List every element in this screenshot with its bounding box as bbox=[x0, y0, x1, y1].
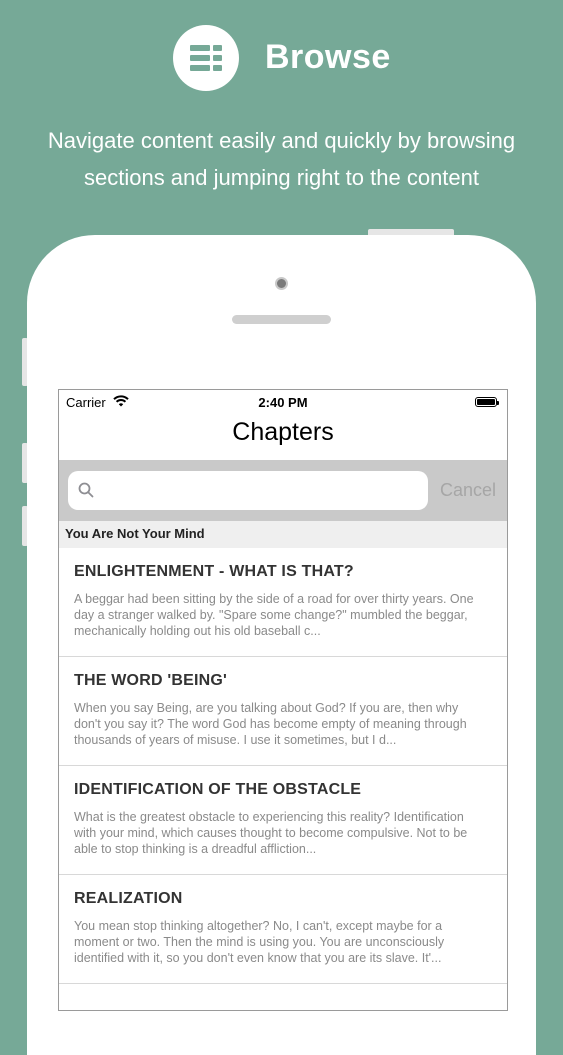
status-bar: Carrier 2:40 PM bbox=[59, 390, 507, 414]
app-screen: Carrier 2:40 PM Chapters Cancel You Are … bbox=[58, 389, 508, 1011]
chapter-excerpt: You mean stop thinking altogether? No, I… bbox=[74, 919, 445, 965]
list-item[interactable]: REALIZATION You mean stop thinking altog… bbox=[59, 875, 507, 984]
list-item[interactable]: THE WORD 'BEING' When you say Being, are… bbox=[59, 657, 507, 766]
chapter-list: ENLIGHTENMENT - WHAT IS THAT? A beggar h… bbox=[59, 548, 507, 984]
chapter-title: ENLIGHTENMENT - WHAT IS THAT? bbox=[74, 563, 354, 580]
list-item[interactable]: IDENTIFICATION OF THE OBSTACLE What is t… bbox=[59, 766, 507, 875]
hero-subtitle-line: sections and jumping right to the conten… bbox=[83, 165, 480, 190]
chapter-title: REALIZATION bbox=[74, 890, 183, 907]
status-time: 2:40 PM bbox=[258, 395, 308, 410]
page-title: Chapters bbox=[232, 418, 334, 446]
search-field[interactable] bbox=[68, 471, 428, 512]
list-item[interactable]: ENLIGHTENMENT - WHAT IS THAT? A beggar h… bbox=[59, 548, 507, 657]
search-input[interactable] bbox=[102, 471, 426, 512]
list-icon bbox=[173, 25, 239, 91]
cancel-button[interactable]: Cancel bbox=[440, 480, 496, 501]
hero-subtitle: Navigate content easily and quickly by b… bbox=[0, 122, 563, 196]
chapter-excerpt: A beggar had been sitting by the side of… bbox=[74, 592, 474, 638]
battery-icon bbox=[475, 397, 499, 407]
hero-title: Browse bbox=[265, 38, 391, 76]
speaker-grille bbox=[232, 315, 331, 324]
chapter-title: THE WORD 'BEING' bbox=[74, 672, 228, 689]
hero-subtitle-line: Navigate content easily and quickly by b… bbox=[47, 128, 516, 153]
section-header: You Are Not Your Mind bbox=[59, 521, 507, 548]
chapter-excerpt: When you say Being, are you talking abou… bbox=[74, 701, 467, 747]
search-icon bbox=[78, 482, 94, 498]
chapter-excerpt: What is the greatest obstacle to experie… bbox=[74, 810, 468, 856]
chapter-title: IDENTIFICATION OF THE OBSTACLE bbox=[74, 781, 362, 798]
search-bar: Cancel bbox=[59, 460, 507, 521]
camera-icon bbox=[275, 277, 288, 290]
